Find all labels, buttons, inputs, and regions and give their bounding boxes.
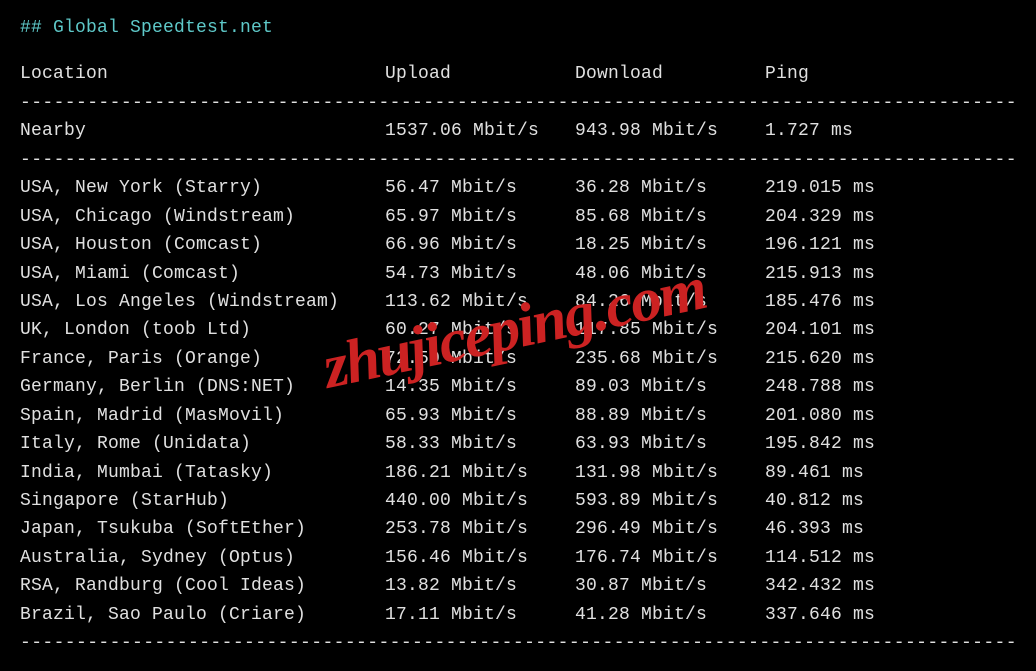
- row-location: UK, London (toob Ltd): [20, 316, 385, 344]
- nearby-row: Nearby 1537.06 Mbit/s 943.98 Mbit/s 1.72…: [20, 117, 1016, 145]
- table-row: India, Mumbai (Tatasky)186.21 Mbit/s131.…: [20, 459, 1016, 487]
- row-upload: 72.50 Mbit/s: [385, 345, 575, 373]
- row-ping: 219.015 ms: [765, 174, 935, 202]
- row-location: USA, Houston (Comcast): [20, 231, 385, 259]
- row-upload: 440.00 Mbit/s: [385, 487, 575, 515]
- row-location: USA, Chicago (Windstream): [20, 203, 385, 231]
- row-location: USA, New York (Starry): [20, 174, 385, 202]
- table-row: Singapore (StarHub)440.00 Mbit/s593.89 M…: [20, 487, 1016, 515]
- row-download: 18.25 Mbit/s: [575, 231, 765, 259]
- row-location: France, Paris (Orange): [20, 345, 385, 373]
- row-ping: 337.646 ms: [765, 601, 935, 629]
- row-download: 48.06 Mbit/s: [575, 260, 765, 288]
- divider-line: ----------------------------------------…: [20, 89, 1016, 117]
- row-location: USA, Los Angeles (Windstream): [20, 288, 385, 316]
- row-upload: 56.47 Mbit/s: [385, 174, 575, 202]
- row-location: Germany, Berlin (DNS:NET): [20, 373, 385, 401]
- row-download: 63.93 Mbit/s: [575, 430, 765, 458]
- row-upload: 156.46 Mbit/s: [385, 544, 575, 572]
- nearby-location: Nearby: [20, 117, 385, 145]
- row-upload: 65.97 Mbit/s: [385, 203, 575, 231]
- row-download: 41.28 Mbit/s: [575, 601, 765, 629]
- row-location: Spain, Madrid (MasMovil): [20, 402, 385, 430]
- row-upload: 186.21 Mbit/s: [385, 459, 575, 487]
- header-ping: Ping: [765, 60, 935, 88]
- row-location: Australia, Sydney (Optus): [20, 544, 385, 572]
- nearby-upload: 1537.06 Mbit/s: [385, 117, 575, 145]
- row-upload: 66.96 Mbit/s: [385, 231, 575, 259]
- header-location: Location: [20, 60, 385, 88]
- row-download: 176.74 Mbit/s: [575, 544, 765, 572]
- results-table-body: USA, New York (Starry)56.47 Mbit/s36.28 …: [20, 174, 1016, 629]
- table-row: RSA, Randburg (Cool Ideas)13.82 Mbit/s30…: [20, 572, 1016, 600]
- table-row: France, Paris (Orange)72.50 Mbit/s235.68…: [20, 345, 1016, 373]
- table-row: USA, Houston (Comcast)66.96 Mbit/s18.25 …: [20, 231, 1016, 259]
- page-title: ## Global Speedtest.net: [20, 14, 1016, 42]
- table-row: Spain, Madrid (MasMovil)65.93 Mbit/s88.8…: [20, 402, 1016, 430]
- row-ping: 204.329 ms: [765, 203, 935, 231]
- table-row: USA, Los Angeles (Windstream)113.62 Mbit…: [20, 288, 1016, 316]
- table-row: Japan, Tsukuba (SoftEther)253.78 Mbit/s2…: [20, 515, 1016, 543]
- row-upload: 17.11 Mbit/s: [385, 601, 575, 629]
- row-ping: 248.788 ms: [765, 373, 935, 401]
- row-ping: 46.393 ms: [765, 515, 935, 543]
- row-download: 593.89 Mbit/s: [575, 487, 765, 515]
- row-ping: 196.121 ms: [765, 231, 935, 259]
- row-download: 30.87 Mbit/s: [575, 572, 765, 600]
- row-location: Brazil, Sao Paulo (Criare): [20, 601, 385, 629]
- table-row: Australia, Sydney (Optus)156.46 Mbit/s17…: [20, 544, 1016, 572]
- row-ping: 215.620 ms: [765, 345, 935, 373]
- row-upload: 60.27 Mbit/s: [385, 316, 575, 344]
- row-download: 88.89 Mbit/s: [575, 402, 765, 430]
- table-row: USA, New York (Starry)56.47 Mbit/s36.28 …: [20, 174, 1016, 202]
- row-upload: 58.33 Mbit/s: [385, 430, 575, 458]
- table-row: USA, Chicago (Windstream)65.97 Mbit/s85.…: [20, 203, 1016, 231]
- table-row: Brazil, Sao Paulo (Criare)17.11 Mbit/s41…: [20, 601, 1016, 629]
- divider-line: ----------------------------------------…: [20, 629, 1016, 657]
- divider-line: ----------------------------------------…: [20, 146, 1016, 174]
- row-ping: 195.842 ms: [765, 430, 935, 458]
- nearby-download: 943.98 Mbit/s: [575, 117, 765, 145]
- row-download: 36.28 Mbit/s: [575, 174, 765, 202]
- row-download: 235.68 Mbit/s: [575, 345, 765, 373]
- row-upload: 253.78 Mbit/s: [385, 515, 575, 543]
- row-download: 84.26 Mbit/s: [575, 288, 765, 316]
- row-upload: 13.82 Mbit/s: [385, 572, 575, 600]
- table-row: USA, Miami (Comcast)54.73 Mbit/s48.06 Mb…: [20, 260, 1016, 288]
- table-row: Italy, Rome (Unidata)58.33 Mbit/s63.93 M…: [20, 430, 1016, 458]
- row-ping: 204.101 ms: [765, 316, 935, 344]
- row-download: 117.85 Mbit/s: [575, 316, 765, 344]
- header-upload: Upload: [385, 60, 575, 88]
- table-row: UK, London (toob Ltd)60.27 Mbit/s117.85 …: [20, 316, 1016, 344]
- row-location: USA, Miami (Comcast): [20, 260, 385, 288]
- row-location: RSA, Randburg (Cool Ideas): [20, 572, 385, 600]
- row-download: 89.03 Mbit/s: [575, 373, 765, 401]
- row-location: Japan, Tsukuba (SoftEther): [20, 515, 385, 543]
- table-header: Location Upload Download Ping: [20, 60, 1016, 88]
- table-row: Germany, Berlin (DNS:NET)14.35 Mbit/s89.…: [20, 373, 1016, 401]
- row-ping: 114.512 ms: [765, 544, 935, 572]
- row-download: 131.98 Mbit/s: [575, 459, 765, 487]
- row-download: 85.68 Mbit/s: [575, 203, 765, 231]
- row-ping: 40.812 ms: [765, 487, 935, 515]
- row-upload: 113.62 Mbit/s: [385, 288, 575, 316]
- row-download: 296.49 Mbit/s: [575, 515, 765, 543]
- row-location: Singapore (StarHub): [20, 487, 385, 515]
- row-ping: 201.080 ms: [765, 402, 935, 430]
- row-ping: 185.476 ms: [765, 288, 935, 316]
- title-text: Global Speedtest.net: [53, 18, 273, 38]
- row-upload: 14.35 Mbit/s: [385, 373, 575, 401]
- nearby-ping: 1.727 ms: [765, 117, 935, 145]
- header-download: Download: [575, 60, 765, 88]
- title-prefix: ##: [20, 18, 53, 38]
- row-location: India, Mumbai (Tatasky): [20, 459, 385, 487]
- row-ping: 89.461 ms: [765, 459, 935, 487]
- row-ping: 342.432 ms: [765, 572, 935, 600]
- row-location: Italy, Rome (Unidata): [20, 430, 385, 458]
- row-ping: 215.913 ms: [765, 260, 935, 288]
- row-upload: 54.73 Mbit/s: [385, 260, 575, 288]
- row-upload: 65.93 Mbit/s: [385, 402, 575, 430]
